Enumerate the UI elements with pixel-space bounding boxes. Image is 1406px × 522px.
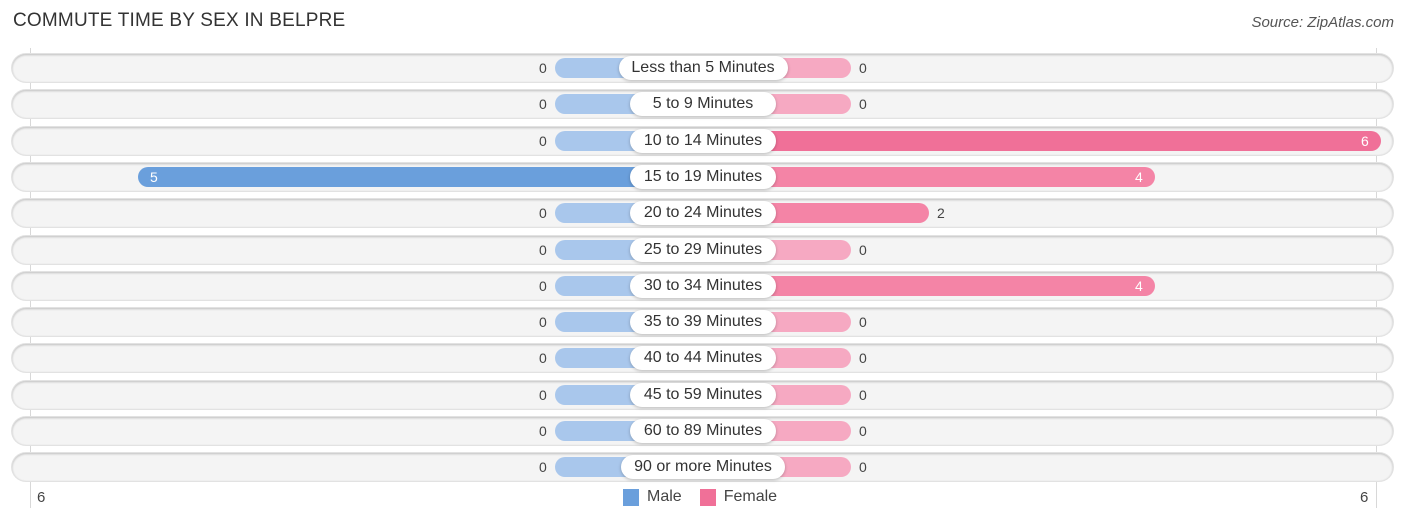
category-label: 35 to 39 Minutes [630,310,776,335]
left-axis-tick: 6 [37,489,46,506]
female-value-label: 0 [859,241,867,258]
male-value-label: 0 [539,96,547,113]
category-label: 60 to 89 Minutes [630,419,776,443]
category-label: 90 or more Minutes [621,455,785,480]
male-value-label: 0 [539,60,547,76]
category-label: 5 to 9 Minutes [630,92,776,117]
male-value-label: 0 [539,132,547,149]
male-value-label: 0 [539,205,547,222]
right-axis-tick: 6 [1360,489,1369,506]
male-value-label: 0 [539,459,547,476]
legend-item-male: Male [623,488,682,506]
female-value-label: 0 [859,423,867,439]
female-value-label: 2 [937,205,945,222]
male-value-label: 0 [539,277,547,294]
category-label: 25 to 29 Minutes [630,237,776,262]
source-label: Source: ZipAtlas.com [1251,14,1394,31]
male-swatch-icon [623,488,639,506]
male-value-label: 0 [539,423,547,439]
male-value-label: 0 [539,314,547,331]
female-swatch-icon [699,488,716,506]
category-label: 15 to 19 Minutes [630,164,776,189]
female-bar [703,130,1381,151]
male-value-label: 5 [150,168,158,185]
female-value-label: 4 [1135,168,1143,185]
category-label: 45 to 59 Minutes [630,382,776,407]
male-value-label: 0 [539,241,547,258]
female-value-label: 4 [1135,277,1143,294]
female-value-label: 0 [859,459,867,476]
legend-label-female: Female [723,488,778,505]
category-label: 40 to 44 Minutes [630,346,776,371]
female-value-label: 0 [859,386,867,403]
category-label: 30 to 34 Minutes [630,273,776,298]
male-value-label: 0 [539,386,547,403]
female-value-label: 0 [859,60,867,76]
category-label: 10 to 14 Minutes [630,128,776,153]
female-value-label: 0 [859,350,867,367]
category-label: 20 to 24 Minutes [630,201,776,226]
legend-item-female: Female [699,488,778,506]
male-bar [138,166,703,187]
legend: Male Female [623,488,795,506]
male-value-label: 0 [539,350,547,367]
chart-title: COMMUTE TIME BY SEX IN BELPRE [13,10,346,31]
female-value-label: 0 [859,314,867,331]
category-label: Less than 5 Minutes [618,56,788,80]
female-value-label: 6 [1361,132,1369,149]
legend-label-male: Male [647,488,682,505]
female-value-label: 0 [859,96,867,113]
